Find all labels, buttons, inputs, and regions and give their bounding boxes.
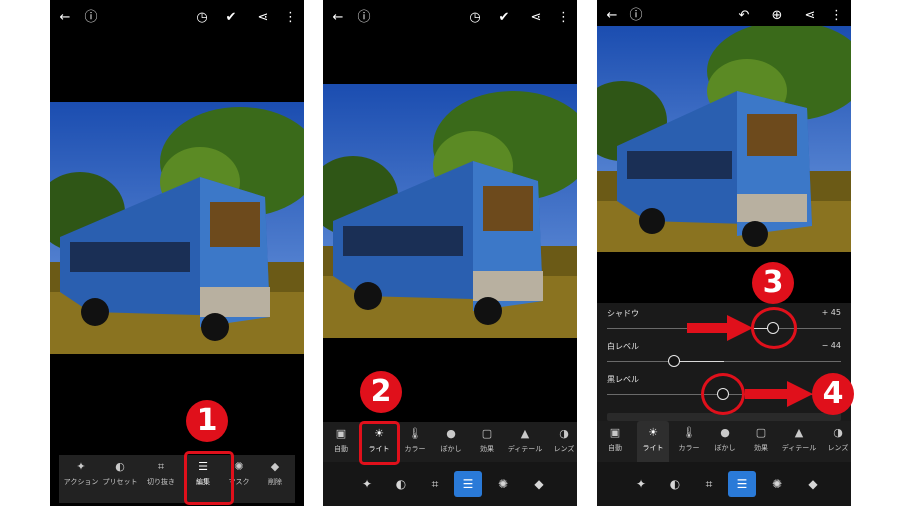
tool-remove[interactable]: ◆ 削除 bbox=[255, 455, 295, 501]
tool-presets[interactable]: ◐ プリセット bbox=[99, 455, 141, 501]
category-color[interactable]: 🌡︎ カラー bbox=[669, 421, 709, 467]
auto-icon: ▣ bbox=[609, 426, 621, 439]
sliders-icon[interactable]: ☰ bbox=[454, 471, 482, 497]
highlight-edit-tool bbox=[184, 451, 234, 505]
back-arrow-icon[interactable]: ← bbox=[331, 11, 345, 25]
category-blur[interactable]: ● ぼかし bbox=[705, 421, 745, 467]
blacks-label: 黒レベル bbox=[607, 375, 639, 384]
lens-icon: ◑ bbox=[833, 426, 843, 439]
share-icon[interactable]: ⋖ bbox=[256, 11, 270, 25]
info-icon[interactable]: ⓘ bbox=[629, 9, 643, 23]
arrow-right-icon bbox=[745, 381, 813, 407]
more-vertical-icon[interactable]: ⋮ bbox=[284, 11, 297, 25]
share-icon[interactable]: ⋖ bbox=[803, 9, 817, 23]
highlight-shadows-thumb bbox=[751, 307, 797, 349]
step-badge-2: 2 bbox=[360, 371, 402, 413]
top-bar: ← ⓘ ↶ ⊕ ⋖ ⋮ bbox=[597, 0, 851, 28]
back-arrow-icon[interactable]: ← bbox=[58, 11, 72, 25]
effects-icon: ▢ bbox=[755, 426, 767, 439]
eraser-icon: ◆ bbox=[270, 460, 280, 473]
step-badge-4: 4 bbox=[812, 373, 854, 415]
crop-icon: ⌗ bbox=[157, 460, 165, 473]
undo-icon[interactable]: ↶ bbox=[737, 9, 751, 23]
eraser-icon[interactable]: ◆ bbox=[799, 471, 827, 497]
bus-photo-image bbox=[50, 102, 304, 354]
droplet-icon: ● bbox=[720, 426, 730, 439]
auto-icon: ▣ bbox=[335, 427, 347, 440]
detail-icon: ▲ bbox=[794, 426, 804, 439]
top-bar: ← ⓘ ◷ ✔ ⋖ ⋮ bbox=[323, 0, 577, 34]
presets-icon[interactable]: ◐ bbox=[387, 471, 415, 497]
category-auto[interactable]: ▣ 自動 bbox=[597, 421, 633, 467]
shadows-label: シャドウ bbox=[607, 309, 639, 318]
presets-icon: ◐ bbox=[115, 460, 125, 473]
droplet-icon: ● bbox=[446, 427, 456, 440]
whites-label: 白レベル bbox=[607, 342, 639, 351]
bus-photo-image bbox=[323, 84, 577, 338]
thermometer-icon: 🌡︎ bbox=[408, 427, 422, 440]
version-history-icon[interactable]: ◷ bbox=[468, 11, 482, 25]
effects-icon: ▢ bbox=[481, 427, 493, 440]
step-badge-1: 1 bbox=[186, 400, 228, 442]
share-icon[interactable]: ⋖ bbox=[529, 11, 543, 25]
crop-icon[interactable]: ⌗ bbox=[421, 471, 449, 497]
whites-fill bbox=[675, 361, 724, 362]
sun-icon: ☀ bbox=[648, 426, 658, 439]
more-vertical-icon[interactable]: ⋮ bbox=[830, 9, 843, 23]
photo-bus bbox=[597, 26, 851, 252]
magic-wand-icon[interactable]: ✦ bbox=[627, 471, 655, 497]
info-icon[interactable]: ⓘ bbox=[84, 11, 98, 25]
thermometer-icon: 🌡︎ bbox=[682, 426, 696, 439]
add-circle-icon[interactable]: ⊕ bbox=[770, 9, 784, 23]
screen-light-sliders: ← ⓘ ↶ ⊕ ⋖ ⋮ シャドウ + 45 白レベル − 44 黒レベル ▣ 自… bbox=[597, 0, 851, 506]
category-bar: ▣ 自動 ☀ ライト 🌡︎ カラー ● ぼかし ▢ 効果 ▲ ディテール ◑ レ… bbox=[597, 421, 851, 467]
eraser-icon[interactable]: ◆ bbox=[525, 471, 553, 497]
mask-icon[interactable]: ✺ bbox=[763, 471, 791, 497]
bottom-nav: ✦ ◐ ⌗ ☰ ✺ ◆ bbox=[597, 462, 851, 506]
category-detail[interactable]: ▲ ディテール bbox=[777, 421, 821, 467]
tool-crop[interactable]: ⌗ 切り抜き bbox=[141, 455, 181, 501]
magic-wand-icon: ✦ bbox=[76, 460, 86, 473]
info-icon[interactable]: ⓘ bbox=[357, 11, 371, 25]
magic-wand-icon[interactable]: ✦ bbox=[353, 471, 381, 497]
photo-bus bbox=[323, 84, 577, 338]
presets-icon[interactable]: ◐ bbox=[661, 471, 689, 497]
whites-track[interactable] bbox=[607, 361, 841, 362]
category-lens[interactable]: ◑ レンズ bbox=[821, 421, 851, 467]
check-circle-icon[interactable]: ✔ bbox=[497, 11, 511, 25]
photo-bus bbox=[50, 102, 304, 354]
bus-photo-image bbox=[597, 26, 851, 252]
tool-action[interactable]: ✦ アクション bbox=[61, 455, 101, 501]
more-vertical-icon[interactable]: ⋮ bbox=[557, 11, 570, 25]
version-history-icon[interactable]: ◷ bbox=[195, 11, 209, 25]
bottom-nav: ✦ ◐ ⌗ ☰ ✺ ◆ bbox=[323, 462, 577, 506]
shadows-value: + 45 bbox=[821, 308, 841, 317]
highlight-light-category bbox=[359, 421, 400, 465]
back-arrow-icon[interactable]: ← bbox=[605, 9, 619, 23]
top-bar: ← ⓘ ◷ ✔ ⋖ ⋮ bbox=[50, 0, 304, 34]
edit-toolbar: ✦ アクション ◐ プリセット ⌗ 切り抜き ☰ 編集 ✺ マスク ◆ 削除 bbox=[59, 455, 295, 503]
lens-icon: ◑ bbox=[559, 427, 569, 440]
highlight-blacks-thumb bbox=[701, 373, 745, 415]
whites-value: − 44 bbox=[821, 341, 841, 350]
category-effects[interactable]: ▢ 効果 bbox=[741, 421, 781, 467]
category-light[interactable]: ☀ ライト bbox=[637, 421, 669, 467]
step-badge-3: 3 bbox=[752, 262, 794, 304]
mask-icon[interactable]: ✺ bbox=[489, 471, 517, 497]
arrow-right-icon bbox=[687, 315, 753, 341]
crop-icon[interactable]: ⌗ bbox=[695, 471, 723, 497]
sliders-icon[interactable]: ☰ bbox=[728, 471, 756, 497]
detail-icon: ▲ bbox=[520, 427, 530, 440]
whites-slider-thumb[interactable] bbox=[668, 355, 680, 367]
check-circle-icon[interactable]: ✔ bbox=[224, 11, 238, 25]
screen-edit-menu: ← ⓘ ◷ ✔ ⋖ ⋮ ✦ アクション ◐ プリセット ⌗ 切り抜き ☰ 編集 … bbox=[50, 0, 304, 506]
